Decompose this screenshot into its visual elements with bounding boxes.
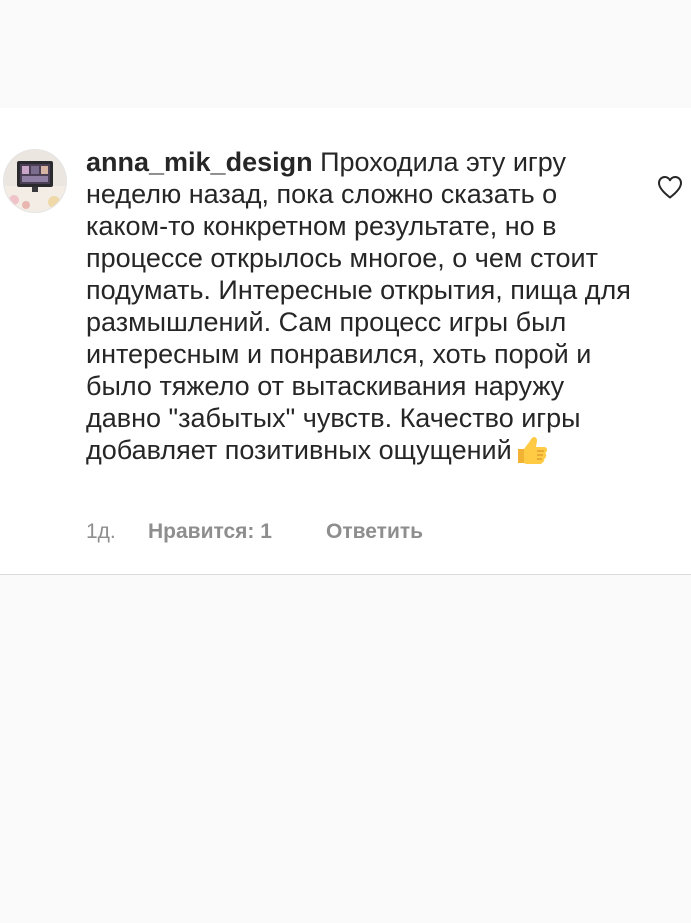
avatar[interactable] <box>4 150 66 212</box>
avatar-image <box>4 150 66 212</box>
comment-time: 1д. <box>86 520 116 543</box>
bottom-empty-area <box>0 575 691 923</box>
thumbs-up-icon <box>516 435 548 472</box>
like-heart-icon[interactable] <box>656 174 684 200</box>
comment-text: Проходила эту игру неделю назад, пока сл… <box>86 147 631 465</box>
comment-username[interactable]: anna_mik_design <box>86 147 313 177</box>
reply-button[interactable]: Ответить <box>326 518 423 546</box>
top-empty-area <box>0 0 691 108</box>
comment-body: anna_mik_design Проходила эту игру недел… <box>86 146 631 472</box>
likes-count-link[interactable]: Нравится: 1 <box>148 518 272 546</box>
